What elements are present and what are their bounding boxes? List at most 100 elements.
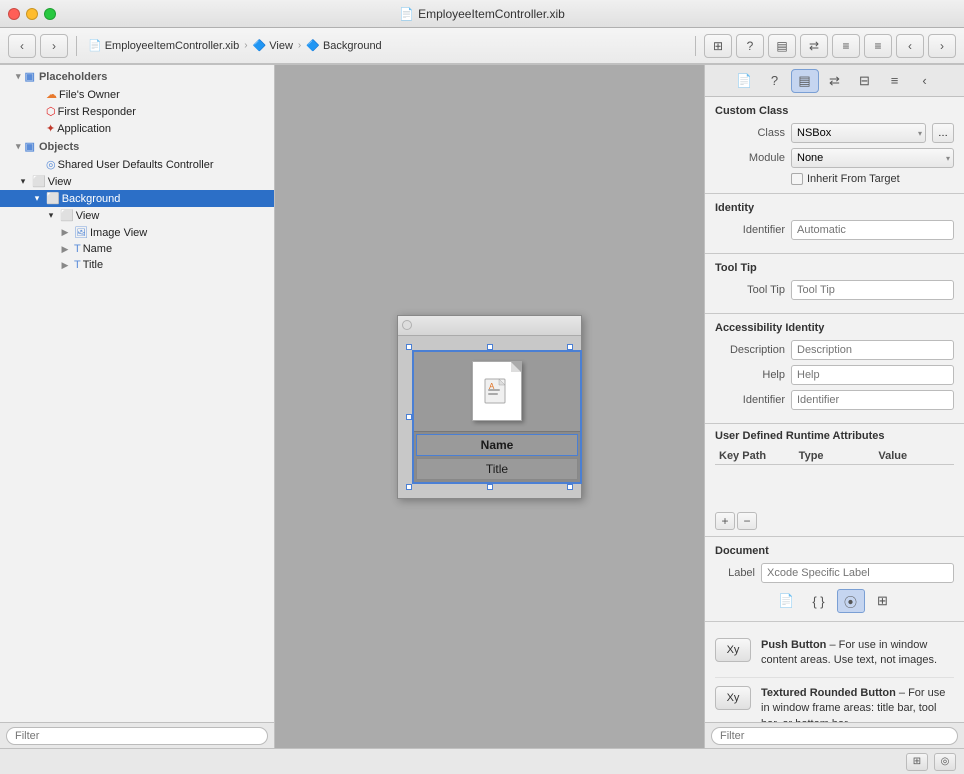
minimize-button[interactable]	[26, 8, 38, 20]
help-field-label: Help	[715, 369, 785, 381]
identifier2-label: Identifier	[715, 394, 785, 406]
shared-user-icon: ◎	[46, 158, 56, 171]
xib-name-box: Name	[416, 434, 578, 456]
remove-runtime-attr-btn[interactable]: −	[737, 512, 757, 530]
background-expand[interactable]: ▾	[30, 193, 44, 204]
main-content: ▾ ▣ Placeholders ☁ File's Owner ⬡ First …	[0, 65, 964, 748]
breadcrumb-item-view[interactable]: 🔷 View	[250, 38, 296, 53]
objects-triangle[interactable]: ▾	[16, 141, 21, 152]
tree-item-view-root[interactable]: ▾ ⬜ View	[0, 173, 274, 190]
identifier-input[interactable]	[791, 220, 954, 240]
breadcrumb-item-file[interactable]: 📄 EmployeeItemController.xib	[85, 38, 242, 53]
right-filter-input[interactable]	[711, 727, 958, 745]
desc-row: Description	[715, 340, 954, 360]
xib-close-btn[interactable]	[402, 320, 412, 330]
right-tab-file[interactable]: 📄	[731, 69, 759, 93]
forward-button[interactable]: ›	[40, 34, 68, 58]
maximize-button[interactable]	[44, 8, 56, 20]
back-button[interactable]: ‹	[8, 34, 36, 58]
arrows-button[interactable]: ⇄	[800, 34, 828, 58]
component-textured-button[interactable]: Xy Textured Rounded Button – For use in …	[715, 678, 954, 722]
class-action-btn[interactable]: …	[932, 123, 954, 143]
right-tab-arrows[interactable]: ⇄	[821, 69, 849, 93]
tree-area: ▾ ▣ Placeholders ☁ File's Owner ⬡ First …	[0, 65, 274, 722]
bottom-circle-btn[interactable]: ◎	[934, 753, 956, 771]
name-expand[interactable]: ▶	[58, 244, 72, 255]
tree-item-shared-user[interactable]: ◎ Shared User Defaults Controller	[0, 156, 274, 173]
objects-section: ▾ ▣ Objects	[0, 137, 274, 156]
add-runtime-attr-btn[interactable]: +	[715, 512, 735, 530]
inspector-button[interactable]: ▤	[768, 34, 796, 58]
background-tree-icon: ⬜	[46, 192, 60, 205]
bottom-grid-btn[interactable]: ⊞	[906, 753, 928, 771]
breadcrumb-item-background[interactable]: 🔷 Background	[303, 38, 384, 53]
doc-label-row: Label	[715, 563, 954, 583]
right-tab-inspector[interactable]: ▤	[791, 69, 819, 93]
right-tab-list[interactable]: ≡	[881, 69, 909, 93]
accessibility-section: Accessibility Identity Description Help …	[705, 314, 964, 424]
doc-icons: 📄 { } ⦿ ⊞	[715, 589, 954, 613]
left-filter-input[interactable]	[6, 727, 268, 745]
placeholders-triangle[interactable]: ▾	[16, 71, 21, 82]
handle-bl[interactable]	[406, 484, 412, 490]
class-select-wrapper: NSBox ▾	[791, 123, 926, 143]
doc-icon-file[interactable]: 📄	[773, 589, 801, 613]
nav-back-button[interactable]: ‹	[896, 34, 924, 58]
help-row: Help	[715, 365, 954, 385]
right-panel: 📄 ? ▤ ⇄ ⊟ ≡ ‹ Custom Class Class NSBox ▾	[704, 65, 964, 748]
right-tab-sliders[interactable]: ⊟	[851, 69, 879, 93]
tree-item-name[interactable]: ▶ T Name	[0, 241, 274, 257]
description-input[interactable]	[791, 340, 954, 360]
view-child-expand[interactable]: ▾	[44, 210, 58, 221]
document-title: Document	[715, 545, 954, 557]
component-push-button[interactable]: Xy Push Button – For use in window conte…	[715, 630, 954, 678]
title-bar: 📄 EmployeeItemController.xib	[0, 0, 964, 28]
svg-text:A: A	[489, 382, 495, 391]
image-view-expand[interactable]: ▶	[58, 227, 72, 238]
tree-item-image-view[interactable]: ▶ 🖼 Image View	[0, 224, 274, 241]
tooltip-row: Tool Tip	[715, 280, 954, 300]
placeholders-icon: ▣	[25, 70, 35, 83]
tree-item-application[interactable]: ✦ Application	[0, 120, 274, 137]
inherit-checkbox[interactable]	[791, 173, 803, 185]
tooltip-input[interactable]	[791, 280, 954, 300]
runtime-attributes-section: User Defined Runtime Attributes Key Path…	[705, 424, 964, 537]
module-row: Module None ▾	[715, 148, 954, 168]
doc-label-input[interactable]	[761, 563, 954, 583]
tree-item-background[interactable]: ▾ ⬜ Background	[0, 190, 274, 207]
sliders-button[interactable]: ≡	[832, 34, 860, 58]
doc-icon-brace[interactable]: { }	[805, 589, 833, 613]
identifier2-input[interactable]	[791, 390, 954, 410]
doc-icon-circle[interactable]: ⦿	[837, 589, 865, 613]
right-tab-help[interactable]: ?	[761, 69, 789, 93]
right-tab-back[interactable]: ‹	[911, 69, 939, 93]
application-icon: ✦	[46, 122, 55, 135]
xib-doc-icon: A	[472, 361, 522, 421]
list-button[interactable]: ≡	[864, 34, 892, 58]
close-button[interactable]	[8, 8, 20, 20]
identity-section: Identity Identifier	[705, 194, 964, 254]
tooltip-section: Tool Tip Tool Tip	[705, 254, 964, 314]
title-expand[interactable]: ▶	[58, 260, 72, 271]
nav-forward-button[interactable]: ›	[928, 34, 956, 58]
title-icon: T	[74, 259, 81, 271]
textured-button-desc: Textured Rounded Button – For use in win…	[761, 686, 954, 722]
handle-br[interactable]	[567, 484, 573, 490]
right-filter-bar	[705, 722, 964, 748]
help-input[interactable]	[791, 365, 954, 385]
tree-item-first-responder[interactable]: ⬡ First Responder	[0, 103, 274, 120]
tree-item-files-owner[interactable]: ☁ File's Owner	[0, 86, 274, 103]
module-select[interactable]: None	[791, 148, 954, 168]
help-button[interactable]: ?	[736, 34, 764, 58]
view-root-icon: ⬜	[32, 175, 46, 188]
class-select[interactable]: NSBox	[791, 123, 926, 143]
tree-item-title[interactable]: ▶ T Title	[0, 257, 274, 273]
grid-button[interactable]: ⊞	[704, 34, 732, 58]
handle-bm[interactable]	[487, 484, 493, 490]
view-root-expand[interactable]: ▾	[16, 176, 30, 187]
runtime-table-body	[715, 468, 954, 508]
tree-item-view-child[interactable]: ▾ ⬜ View	[0, 207, 274, 224]
identifier-label: Identifier	[715, 224, 785, 236]
doc-icon-grid[interactable]: ⊞	[869, 589, 897, 613]
placeholders-section: ▾ ▣ Placeholders	[0, 67, 274, 86]
